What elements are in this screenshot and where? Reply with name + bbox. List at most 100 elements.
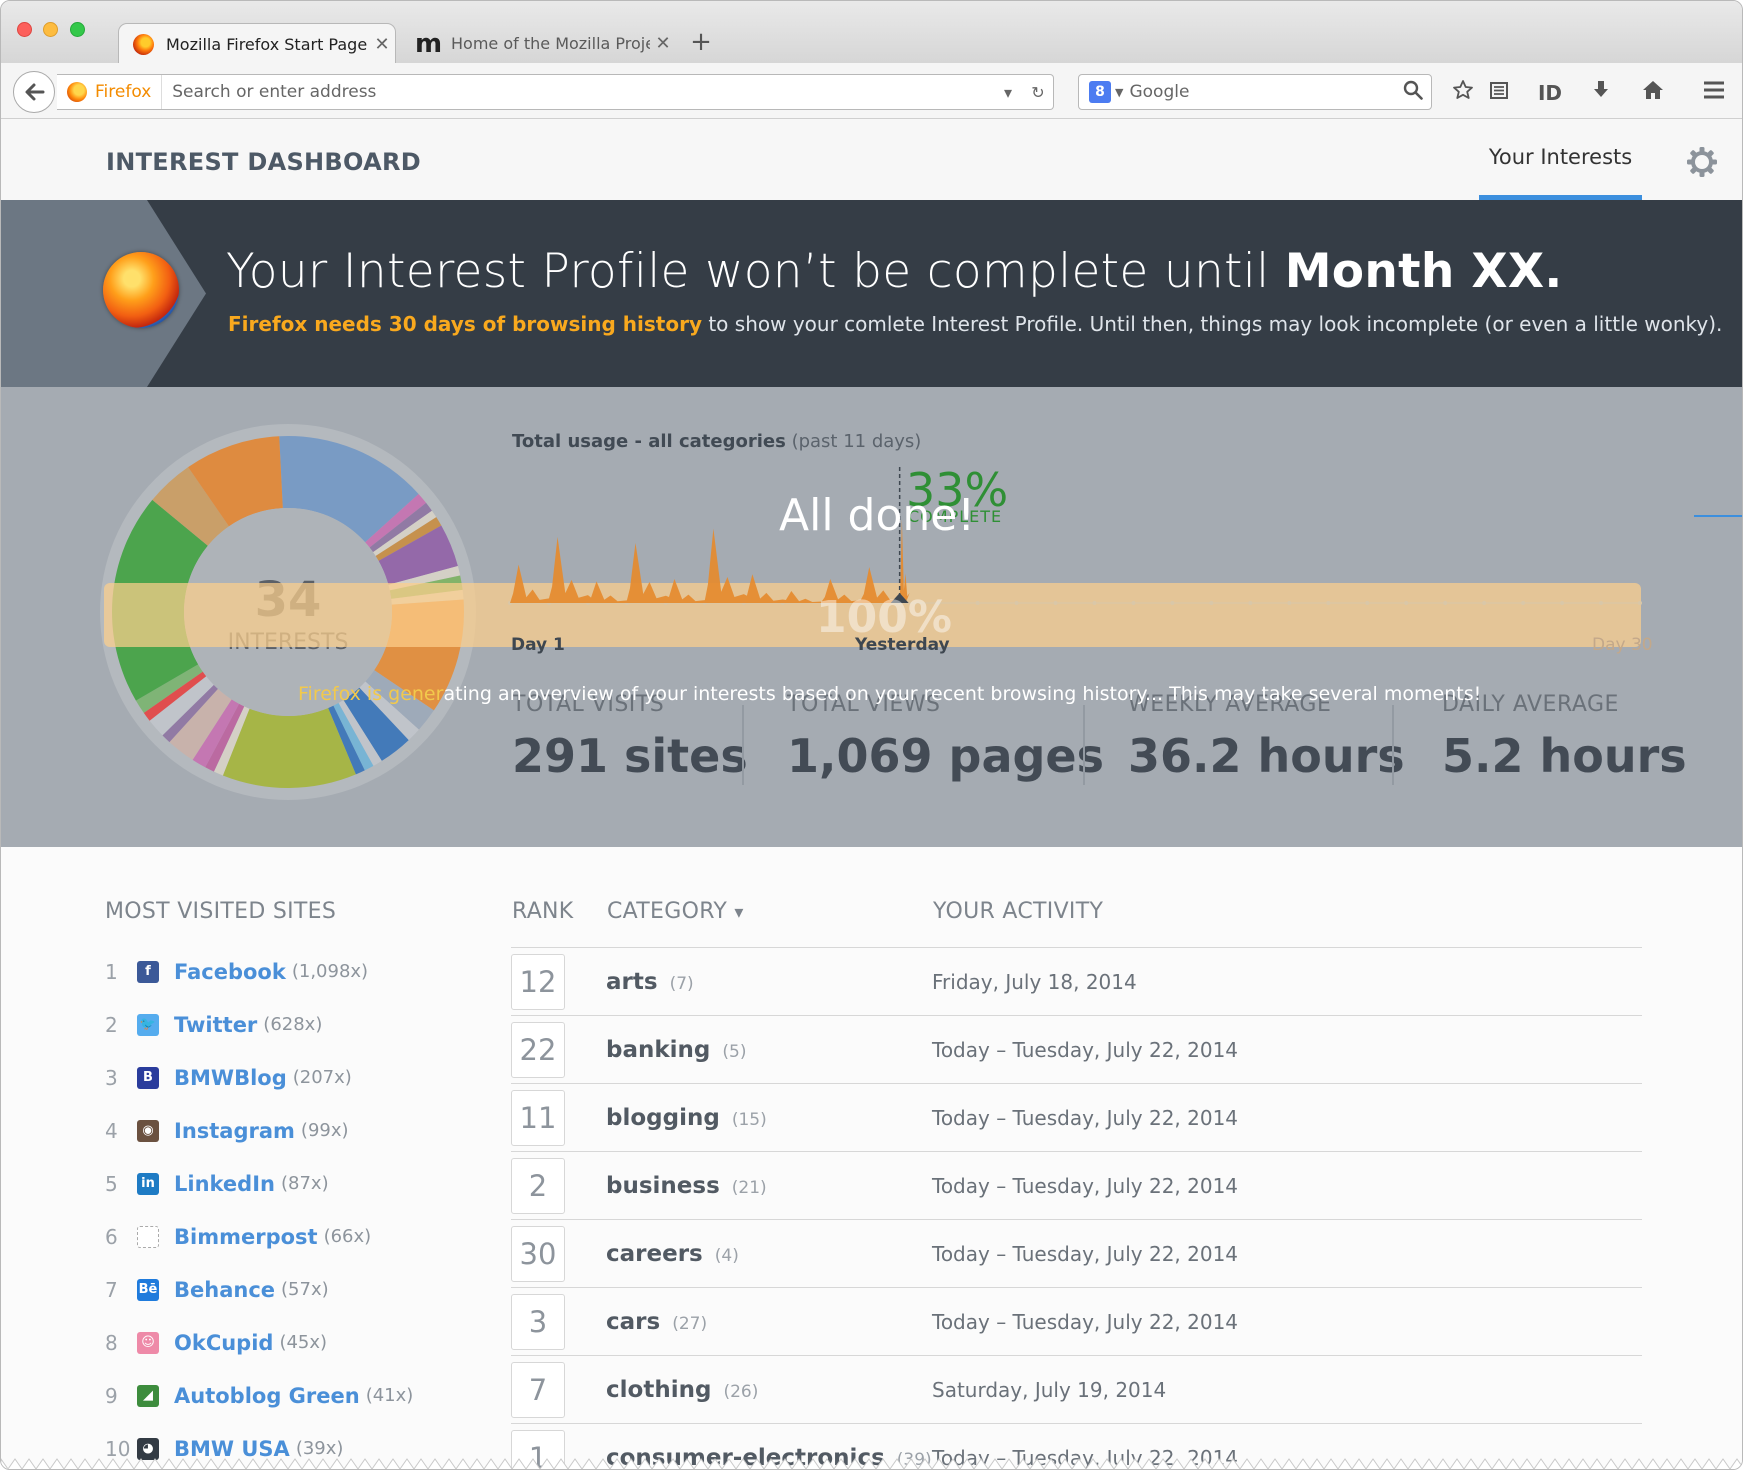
table-row[interactable]: 12 arts (7) Friday, July 18, 2014	[511, 948, 1642, 1016]
firefox-icon	[67, 82, 87, 102]
instagram-icon: ◉	[137, 1119, 159, 1142]
site-visit-count: (1,098x)	[291, 961, 369, 982]
stat-value: 291 sites	[512, 729, 748, 783]
table-row[interactable]: 11 blogging (15) Today – Tuesday, July 22,…	[511, 1084, 1642, 1152]
autoblog-green-icon: ◢	[137, 1384, 159, 1407]
stat-total-views: TOTAL VIEWS 1,069 pages	[787, 692, 1104, 783]
table-row[interactable]: 2 business (21) Today – Tuesday, July 22, …	[511, 1152, 1642, 1220]
site-link[interactable]: Twitter	[174, 1013, 257, 1037]
site-link[interactable]: Facebook	[174, 960, 286, 984]
category-cell[interactable]: business (21)	[606, 1173, 932, 1199]
banner-subtitle: Firefox needs 30 days of browsing histor…	[228, 312, 1722, 336]
site-link[interactable]: Autoblog Green	[174, 1384, 360, 1408]
site-link[interactable]: BMWBlog	[174, 1066, 287, 1090]
site-link[interactable]: OkCupid	[174, 1331, 273, 1355]
menu-icon[interactable]	[1699, 79, 1729, 107]
category-name: business	[606, 1172, 720, 1199]
search-input[interactable]	[1129, 82, 1395, 102]
reload-icon[interactable]: ↻	[1023, 83, 1053, 102]
site-visit-count: (207x)	[292, 1067, 352, 1088]
category-cell[interactable]: blogging (15)	[606, 1105, 932, 1131]
history-dropdown-icon[interactable]: ▾	[993, 83, 1023, 102]
search-icon[interactable]	[1395, 80, 1431, 105]
tab-close-icon[interactable]: ✕	[650, 33, 676, 54]
site-link[interactable]: LinkedIn	[174, 1172, 275, 1196]
list-item[interactable]: 6 Bimmerpost (66x)	[105, 1210, 465, 1263]
category-cell[interactable]: cars (27)	[606, 1309, 932, 1335]
tab-close-icon[interactable]: ✕	[369, 34, 395, 55]
site-link[interactable]: Bimmerpost	[174, 1225, 318, 1249]
star-icon[interactable]	[1448, 79, 1478, 107]
table-row[interactable]: 30 careers (4) Today – Tuesday, July 22, 2…	[511, 1220, 1642, 1288]
list-item[interactable]: 7 Bē Behance (57x)	[105, 1263, 465, 1316]
banner-highlight: Firefox needs 30 days of browsing histor…	[228, 312, 702, 336]
table-row[interactable]: 7 clothing (26) Saturday, July 19, 2014	[511, 1356, 1642, 1424]
stat-divider	[1083, 705, 1085, 785]
window-zoom-button[interactable]	[70, 22, 85, 37]
notice-banner: Your Interest Profile won’t be complete …	[1, 200, 1742, 387]
site-link[interactable]: Instagram	[174, 1119, 295, 1143]
overview-panel: 34 INTERESTS Total usage - all categorie…	[1, 387, 1742, 847]
tab-firefox-start-page[interactable]: Mozilla Firefox Start Page ✕	[118, 23, 396, 64]
category-column-header[interactable]: CATEGORY ▾	[607, 899, 744, 924]
most-visited-list: 1 f Facebook (1,098x) 2 🐦 Twitter (628x) 3 B BMWBl…	[105, 945, 465, 1469]
axis-start-label: Day 1	[511, 635, 565, 655]
identity-box[interactable]: Firefox	[57, 75, 163, 109]
category-name: careers	[606, 1240, 703, 1267]
table-row[interactable]: 3 cars (27) Today – Tuesday, July 22, 2014	[511, 1288, 1642, 1356]
new-tab-button[interactable]: +	[690, 27, 712, 57]
stat-value: 5.2 hours	[1442, 729, 1687, 783]
category-cell[interactable]: arts (7)	[606, 969, 932, 995]
category-cell[interactable]: careers (4)	[606, 1241, 932, 1267]
list-item[interactable]: 5 in LinkedIn (87x)	[105, 1157, 465, 1210]
category-count: (27)	[672, 1313, 708, 1334]
stat-total-visits: TOTAL VISITS 291 sites	[512, 692, 748, 783]
firefox-favicon-icon	[133, 33, 154, 55]
list-item[interactable]: 1 f Facebook (1,098x)	[105, 945, 465, 998]
address-input[interactable]	[162, 82, 993, 102]
back-button[interactable]	[13, 71, 55, 113]
list-item[interactable]: 4 ◉ Instagram (99x)	[105, 1104, 465, 1157]
list-item[interactable]: 8 ☺ OkCupid (45x)	[105, 1316, 465, 1369]
reading-list-icon[interactable]	[1484, 79, 1514, 107]
firefox-logo-icon	[103, 252, 179, 328]
rank-badge: 11	[511, 1089, 565, 1146]
category-count: (15)	[731, 1109, 767, 1130]
search-bar[interactable]: 8 ▼	[1078, 74, 1432, 110]
tab-mozilla-home[interactable]: m Home of the Mozilla Proje... ✕	[401, 23, 676, 64]
id-icon[interactable]: ID	[1535, 79, 1565, 107]
generating-message: Firefox is generating an overview of you…	[298, 683, 1481, 705]
window-close-button[interactable]	[17, 22, 32, 37]
list-item[interactable]: 9 ◢ Autoblog Green (41x)	[105, 1369, 465, 1422]
activity-cell: Today – Tuesday, July 22, 2014	[932, 1037, 1239, 1062]
banner-subtitle-rest: to show your comlete Interest Profile. U…	[701, 312, 1723, 336]
stat-divider	[742, 705, 744, 785]
list-item[interactable]: 2 🐦 Twitter (628x)	[105, 998, 465, 1051]
list-item[interactable]: 3 B BMWBlog (207x)	[105, 1051, 465, 1104]
sort-caret-icon: ▾	[734, 902, 744, 923]
site-visit-count: (45x)	[279, 1332, 328, 1353]
tab-title: Home of the Mozilla Proje...	[451, 34, 650, 53]
stat-weekly-average: WEEKLY AVERAGE 36.2 hours	[1128, 692, 1405, 783]
site-link[interactable]: Behance	[174, 1278, 275, 1302]
rank-badge: 12	[511, 953, 565, 1010]
window-minimize-button[interactable]	[43, 22, 58, 37]
bmwblog-icon: B	[137, 1066, 159, 1089]
rank-badge: 22	[511, 1021, 565, 1078]
stat-value: 1,069 pages	[787, 729, 1104, 783]
url-bar[interactable]: Firefox ▾ ↻	[57, 74, 1054, 110]
google-icon: 8	[1089, 81, 1111, 103]
site-rank: 5	[105, 1171, 118, 1196]
category-cell[interactable]: banking (5)	[606, 1037, 932, 1063]
tab-your-interests[interactable]: Your Interests	[1479, 119, 1642, 200]
home-icon[interactable]	[1638, 79, 1668, 107]
site-visit-count: (628x)	[263, 1014, 323, 1035]
page-title: INTEREST DASHBOARD	[106, 148, 421, 176]
category-cell[interactable]: clothing (26)	[606, 1377, 932, 1403]
all-done-overlay: All done!	[779, 490, 975, 541]
table-row[interactable]: 22 banking (5) Today – Tuesday, July 22, 2…	[511, 1016, 1642, 1084]
site-visit-count: (41x)	[365, 1385, 414, 1406]
gear-icon[interactable]	[1684, 144, 1720, 180]
download-icon[interactable]	[1586, 79, 1616, 107]
search-engine-selector[interactable]: 8 ▼	[1079, 81, 1129, 103]
